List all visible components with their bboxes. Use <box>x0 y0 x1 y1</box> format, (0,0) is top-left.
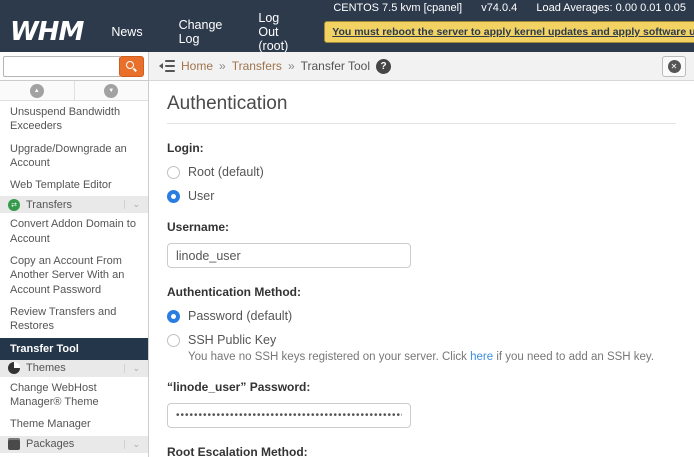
breadcrumb-separator: » <box>219 59 226 73</box>
breadcrumb: Home » Transfers » Transfer Tool ? ✕ <box>149 52 694 81</box>
toolbar-row: Home » Transfers » Transfer Tool ? ✕ <box>0 52 694 81</box>
server-status-line: CENTOS 7.5 kvm [cpanel] v74.0.4 Load Ave… <box>0 0 694 14</box>
sidebar-item-review-transfers[interactable]: Review Transfers and Restores <box>0 301 148 338</box>
breadcrumb-current-page: Transfer Tool <box>301 59 370 73</box>
search-button[interactable] <box>119 56 144 77</box>
search-input[interactable] <box>3 56 120 77</box>
chevron-down-icon[interactable]: ⌄ <box>124 364 142 373</box>
load-averages-label: Load Averages: 0.00 0.01 0.05 <box>536 2 686 14</box>
sidebar-item-convert-addon-domain[interactable]: Convert Addon Domain to Account <box>0 213 148 250</box>
radio-label: User <box>188 189 214 203</box>
username-field[interactable] <box>167 243 411 268</box>
radio-label: Password (default) <box>188 309 292 323</box>
nav-news[interactable]: News <box>111 25 142 39</box>
sidebar-item-change-whm-theme[interactable]: Change WebHost Manager® Theme <box>0 377 148 414</box>
nav-log-out[interactable]: Log Out (root) <box>258 11 288 53</box>
whm-logo[interactable]: WHM <box>10 17 83 47</box>
radio-auth-ssh-key[interactable]: SSH Public Key <box>167 333 676 347</box>
reboot-warning-banner[interactable]: You must reboot the server to apply kern… <box>324 21 694 43</box>
package-icon <box>8 438 20 450</box>
sidebar-section-packages[interactable]: Packages ⌄ <box>0 436 148 453</box>
radio-icon[interactable] <box>167 310 180 323</box>
chevron-up-icon: ▲ <box>30 84 44 98</box>
sidebar-section-themes[interactable]: Themes ⌄ <box>0 360 148 377</box>
scroll-up-button[interactable]: ▲ <box>0 81 75 100</box>
transfer-icon: ⇄ <box>8 199 20 211</box>
password-field[interactable] <box>167 403 411 428</box>
breadcrumb-transfers[interactable]: Transfers <box>232 59 282 73</box>
sidebar-item-theme-manager[interactable]: Theme Manager <box>0 413 148 435</box>
section-label: Themes <box>26 362 66 374</box>
sidebar-scroll-buttons: ▲ ▼ <box>0 81 148 101</box>
radio-icon[interactable] <box>167 190 180 203</box>
close-button[interactable]: ✕ <box>662 56 686 77</box>
main-content: Authentication Login: Root (default) Use… <box>149 81 694 457</box>
nav-change-log[interactable]: Change Log <box>179 18 223 46</box>
breadcrumb-separator: » <box>288 59 295 73</box>
username-label: Username: <box>167 220 676 234</box>
sidebar-item-transfer-tool[interactable]: Transfer Tool <box>0 338 148 360</box>
section-label: Transfers <box>26 199 72 211</box>
sidebar-item-unsuspend-bandwidth[interactable]: Unsuspend Bandwidth Exceeders <box>0 101 148 138</box>
radio-icon[interactable] <box>167 166 180 179</box>
radio-login-user[interactable]: User <box>167 189 676 203</box>
note-text: You have no SSH keys registered on your … <box>188 351 470 363</box>
radio-label: Root (default) <box>188 165 264 179</box>
section-label: Packages <box>26 438 74 450</box>
whm-version-label: v74.0.4 <box>481 2 517 14</box>
themes-icon <box>8 362 20 374</box>
auth-method-label: Authentication Method: <box>167 285 676 299</box>
radio-icon[interactable] <box>167 334 180 347</box>
radio-login-root[interactable]: Root (default) <box>167 165 676 179</box>
ssh-key-note: You have no SSH keys registered on your … <box>188 351 676 363</box>
authentication-heading: Authentication <box>167 93 676 124</box>
radio-label: SSH Public Key <box>188 333 276 347</box>
chevron-down-icon[interactable]: ⌄ <box>124 440 142 449</box>
sidebar-item-add-a-package[interactable]: Add a Package <box>0 453 148 457</box>
sidebar-section-transfers[interactable]: ⇄ Transfers ⌄ <box>0 196 148 213</box>
server-os-label: CENTOS 7.5 kvm [cpanel] <box>333 2 462 14</box>
breadcrumb-home[interactable]: Home <box>181 59 213 73</box>
sidebar-item-upgrade-downgrade[interactable]: Upgrade/Downgrade an Account <box>0 138 148 175</box>
sidebar-item-web-template-editor[interactable]: Web Template Editor <box>0 174 148 196</box>
password-label: “linode_user” Password: <box>167 380 676 394</box>
main-nav: WHM News Change Log Log Out (root) You m… <box>0 14 694 50</box>
note-text: if you need to add an SSH key. <box>493 351 654 363</box>
login-label: Login: <box>167 141 676 155</box>
top-bar: CENTOS 7.5 kvm [cpanel] v74.0.4 Load Ave… <box>0 0 694 52</box>
sidebar-search <box>0 52 149 81</box>
search-icon <box>126 61 134 69</box>
add-ssh-key-link[interactable]: here <box>470 351 493 363</box>
chevron-down-icon[interactable]: ⌄ <box>124 200 142 209</box>
collapse-sidebar-icon[interactable] <box>159 60 175 72</box>
radio-auth-password[interactable]: Password (default) <box>167 309 676 323</box>
sidebar-item-copy-account[interactable]: Copy an Account From Another Server With… <box>0 250 148 301</box>
page-body: ▲ ▼ Unsuspend Bandwidth Exceeders Upgrad… <box>0 81 694 457</box>
close-icon: ✕ <box>668 60 681 73</box>
chevron-down-icon: ▼ <box>104 84 118 98</box>
root-escalation-label: Root Escalation Method: <box>167 445 676 457</box>
scroll-down-button[interactable]: ▼ <box>75 81 149 100</box>
help-icon[interactable]: ? <box>376 59 391 74</box>
sidebar: ▲ ▼ Unsuspend Bandwidth Exceeders Upgrad… <box>0 81 149 457</box>
